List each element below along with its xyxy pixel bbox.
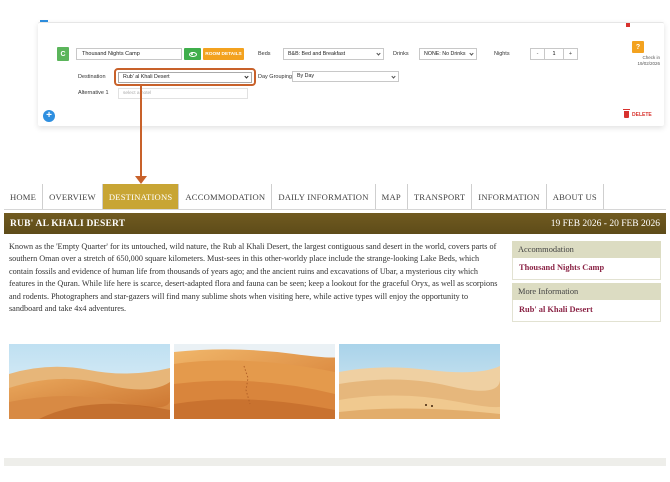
nav-tab-about-us[interactable]: ABOUT US <box>546 184 604 209</box>
day-grouping-label: Day Grouping <box>258 74 292 80</box>
more-information-box: More Information Rub' al Khali Desert <box>512 283 661 322</box>
more-information-link[interactable]: Rub' al Khali Desert <box>512 300 661 322</box>
callout-arrow-head <box>135 176 147 184</box>
destination-label: Destination <box>78 74 106 80</box>
eye-icon <box>188 51 197 57</box>
drinks-select[interactable]: NONE: No Drinks <box>419 48 477 60</box>
drinks-label: Drinks <box>393 51 409 57</box>
chevron-down-icon <box>376 51 381 56</box>
help-button[interactable]: ? <box>632 41 644 53</box>
nights-stepper: - 1 + <box>530 48 578 60</box>
callout-arrow-line <box>140 86 142 178</box>
desert-photo-1 <box>9 344 170 419</box>
checkin-date: 19/02/2026 <box>637 61 660 66</box>
alternative-hotel-input[interactable]: select a hotel <box>118 88 248 99</box>
destination-description: Known as the 'Empty Quarter' for its unt… <box>9 242 498 314</box>
accommodation-box: Accommodation Thousand Nights Camp <box>512 241 661 280</box>
top-red-marker <box>626 23 630 27</box>
nav-tab-accommodation[interactable]: ACCOMMODATION <box>179 184 273 209</box>
checkin-info: Check in 19/02/2026 <box>606 55 660 67</box>
page-title: RUB' AL KHALI DESERT <box>10 218 126 229</box>
add-item-button[interactable]: + <box>43 110 55 122</box>
view-hotel-button[interactable] <box>184 48 201 60</box>
beds-select-value: B&B: Bed and Breakfast <box>288 51 346 57</box>
trash-icon <box>623 109 630 118</box>
nav-tab-daily-information[interactable]: DAILY INFORMATION <box>272 184 376 209</box>
nav-tab-overview[interactable]: OVERVIEW <box>43 184 103 209</box>
category-badge: C <box>57 47 69 61</box>
nights-increment-button[interactable]: + <box>564 49 577 59</box>
drinks-select-value: NONE: No Drinks <box>424 51 466 57</box>
main-navigation: HOME OVERVIEW DESTINATIONS ACCOMMODATION DAI… <box>4 184 604 209</box>
beds-label: Beds <box>258 51 271 57</box>
delete-label: DELETE <box>632 111 652 118</box>
chevron-down-icon <box>391 74 396 79</box>
day-grouping-value: By Day <box>297 73 315 79</box>
desert-photo-3 <box>339 344 500 419</box>
footer-bar <box>4 458 666 466</box>
chevron-down-icon <box>469 51 474 56</box>
nights-value[interactable]: 1 <box>544 49 564 59</box>
destination-title-bar: RUB' AL KHALI DESERT 19 FEB 2026 - 20 FE… <box>4 213 666 234</box>
alternative-label: Alternative 1 <box>78 90 109 96</box>
accommodation-link[interactable]: Thousand Nights Camp <box>512 258 661 280</box>
nav-divider <box>4 209 666 210</box>
accommodation-heading: Accommodation <box>512 241 661 258</box>
nav-tab-information[interactable]: INFORMATION <box>472 184 547 209</box>
desert-photo-2 <box>174 344 335 419</box>
nights-decrement-button[interactable]: - <box>531 49 544 59</box>
delete-button[interactable]: DELETE <box>623 109 652 118</box>
nav-tab-transport[interactable]: TRANSPORT <box>407 184 473 209</box>
nights-label: Nights <box>494 51 510 57</box>
nav-tab-home[interactable]: HOME <box>4 184 44 209</box>
hotel-name-input[interactable]: Thousand Nights Camp <box>76 48 182 60</box>
room-details-button[interactable]: ROOM DETAILS <box>203 48 244 60</box>
destination-highlight-box <box>114 68 256 86</box>
more-information-heading: More Information <box>512 283 661 300</box>
nav-tab-map[interactable]: MAP <box>375 184 408 209</box>
date-range: 19 FEB 2026 - 20 FEB 2026 <box>550 218 660 229</box>
nav-tab-destinations[interactable]: DESTINATIONS <box>102 184 180 209</box>
day-grouping-select[interactable]: By Day <box>292 71 399 82</box>
beds-select[interactable]: B&B: Bed and Breakfast <box>283 48 384 60</box>
